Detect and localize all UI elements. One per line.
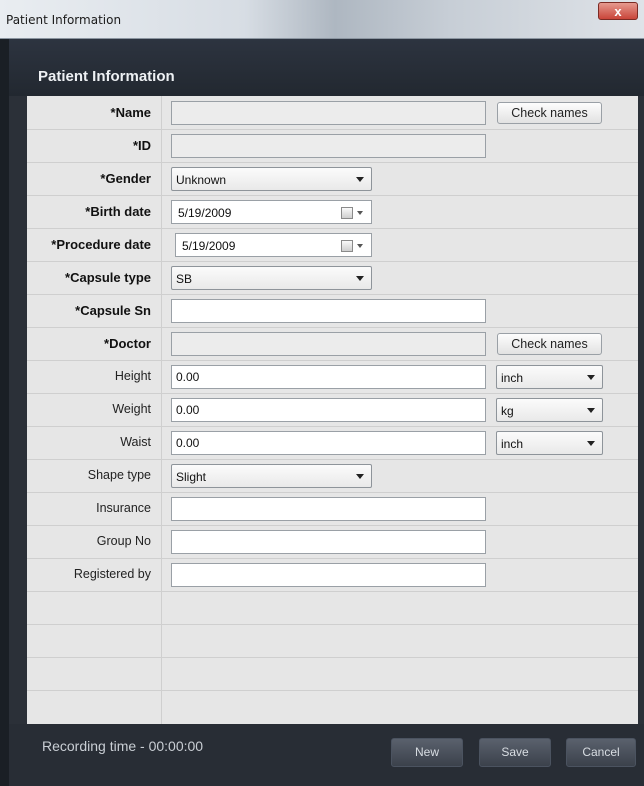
height-field[interactable]: 0.00 bbox=[171, 365, 486, 389]
chevron-down-icon bbox=[356, 276, 364, 281]
height-label: Height bbox=[114, 369, 151, 383]
capsule-type-label: *Capsule type bbox=[65, 270, 151, 285]
calendar-icon[interactable] bbox=[341, 240, 353, 252]
insurance-label: Insurance bbox=[96, 501, 151, 515]
procedure-date-label: *Procedure date bbox=[51, 237, 151, 252]
recording-time: Recording time - 00:00:00 bbox=[42, 738, 204, 754]
section-title: Patient Information bbox=[38, 68, 175, 85]
id-label: *ID bbox=[132, 138, 151, 153]
name-label: *Name bbox=[110, 105, 151, 120]
birth-date-picker[interactable]: 5/19/2009 bbox=[171, 200, 372, 224]
doctor-field[interactable] bbox=[171, 332, 486, 356]
procedure-date-picker[interactable]: 5/19/2009 bbox=[175, 233, 372, 257]
weight-label: Weight bbox=[112, 402, 151, 416]
registered-by-label: Registered by bbox=[73, 567, 151, 581]
waist-field[interactable]: 0.00 bbox=[171, 431, 486, 455]
close-button[interactable]: x bbox=[598, 2, 638, 20]
gender-value: Unknown bbox=[176, 173, 227, 187]
save-button[interactable]: Save bbox=[479, 738, 551, 767]
chevron-down-icon bbox=[357, 244, 363, 248]
gender-label: *Gender bbox=[100, 171, 151, 186]
capsule-type-select[interactable]: SB bbox=[171, 266, 372, 290]
empty-row bbox=[27, 690, 638, 724]
new-button[interactable]: New bbox=[391, 738, 463, 767]
doctor-label: *Doctor bbox=[104, 336, 151, 351]
insurance-field[interactable] bbox=[171, 497, 486, 521]
empty-row bbox=[27, 657, 638, 691]
weight-unit-value: kg bbox=[501, 404, 514, 418]
group-no-label: Group No bbox=[96, 534, 151, 548]
chevron-down-icon bbox=[356, 474, 364, 479]
chevron-down-icon bbox=[587, 441, 595, 446]
height-unit-select[interactable]: inch bbox=[496, 365, 603, 389]
group-no-field[interactable] bbox=[171, 530, 486, 554]
empty-row bbox=[27, 624, 638, 658]
close-icon: x bbox=[614, 4, 622, 19]
height-unit-value: inch bbox=[501, 371, 524, 385]
birth-date-label: *Birth date bbox=[85, 204, 151, 219]
weight-unit-select[interactable]: kg bbox=[496, 398, 603, 422]
chevron-down-icon bbox=[357, 211, 363, 215]
waist-unit-value: inch bbox=[501, 437, 524, 451]
empty-row bbox=[27, 591, 638, 625]
window-title: Patient Information bbox=[6, 13, 122, 27]
check-names-button[interactable]: Check names bbox=[497, 102, 602, 124]
shape-type-value: Slight bbox=[176, 470, 207, 484]
waist-unit-select[interactable]: inch bbox=[496, 431, 603, 455]
registered-by-field[interactable] bbox=[171, 563, 486, 587]
name-field[interactable] bbox=[171, 101, 486, 125]
title-bar: Patient Information x bbox=[0, 0, 644, 39]
cancel-button[interactable]: Cancel bbox=[566, 738, 636, 767]
check-names-button[interactable]: Check names bbox=[497, 333, 602, 355]
waist-label: Waist bbox=[120, 435, 151, 449]
id-field[interactable] bbox=[171, 134, 486, 158]
chevron-down-icon bbox=[587, 408, 595, 413]
calendar-icon[interactable] bbox=[341, 207, 353, 219]
shape-type-label: Shape type bbox=[87, 468, 151, 482]
shape-type-select[interactable]: Slight bbox=[171, 464, 372, 488]
weight-field[interactable]: 0.00 bbox=[171, 398, 486, 422]
birth-date-value: 5/19/2009 bbox=[178, 206, 232, 220]
chevron-down-icon bbox=[587, 375, 595, 380]
left-edge bbox=[0, 39, 9, 786]
procedure-date-value: 5/19/2009 bbox=[182, 239, 236, 253]
gender-select[interactable]: Unknown bbox=[171, 167, 372, 191]
patient-information-window: Patient Information x Patient Informatio… bbox=[0, 0, 644, 786]
chevron-down-icon bbox=[356, 177, 364, 182]
capsule-sn-label: *Capsule Sn bbox=[75, 303, 151, 318]
capsule-type-value: SB bbox=[176, 272, 193, 286]
capsule-sn-field[interactable] bbox=[171, 299, 486, 323]
patient-form: *Name *ID *Gender *Birth date *Procedure… bbox=[27, 96, 638, 724]
